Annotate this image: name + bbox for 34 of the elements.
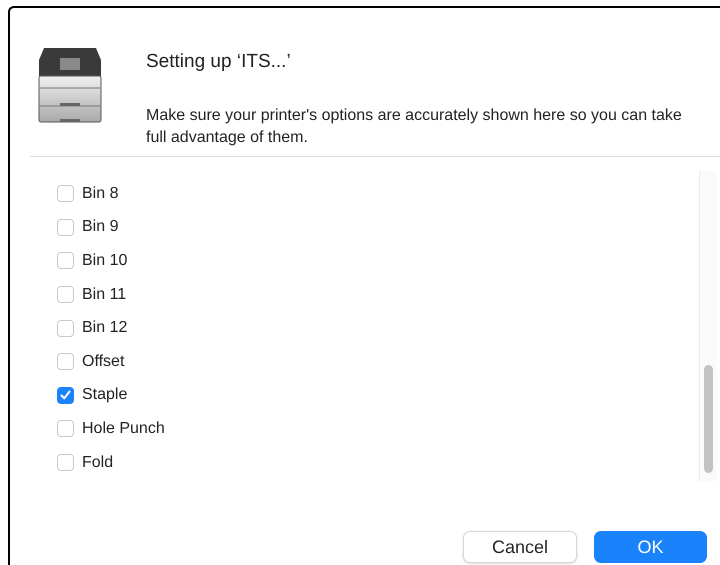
checkbox[interactable] [57, 286, 74, 304]
option-checkbox[interactable]: Offset [57, 344, 124, 379]
option-label: Offset [82, 352, 124, 372]
option-checkbox[interactable]: Bin 10 [57, 244, 128, 278]
option-checkbox[interactable]: Bin 9 [57, 210, 118, 244]
checkbox[interactable] [57, 252, 74, 270]
dialog-title: Setting up ‘ITS...’ [146, 50, 292, 74]
checkbox[interactable] [57, 353, 74, 370]
scrollbar-thumb[interactable] [704, 365, 713, 473]
option-checkbox[interactable]: Bin 12 [57, 311, 128, 345]
checkbox[interactable] [57, 420, 74, 438]
checkbox[interactable] [57, 454, 74, 472]
option-label: Staple [82, 385, 128, 406]
option-label: Bin 12 [82, 318, 128, 338]
option-label: Bin 8 [82, 184, 118, 204]
checkbox[interactable] [57, 320, 74, 337]
checkmark-icon [60, 390, 71, 400]
dialog-message: Make sure your printer's options are accurately shown here so you can take full advantage of them. [146, 106, 683, 148]
option-label: Hole Punch [82, 418, 165, 439]
option-label: Fold [82, 452, 114, 473]
checkbox[interactable] [57, 218, 74, 236]
checkbox[interactable] [57, 185, 74, 202]
option-checkbox[interactable]: Staple [57, 378, 128, 412]
option-checkbox[interactable]: Hole Punch [57, 412, 165, 446]
ok-button[interactable]: OK [594, 531, 707, 563]
checked-checkbox[interactable] [57, 386, 74, 404]
option-label: Bin 10 [82, 250, 128, 271]
option-checkbox[interactable]: Fold [57, 446, 114, 480]
cancel-button[interactable]: Cancel [463, 531, 577, 563]
option-label: Bin 11 [82, 284, 126, 305]
option-checkbox[interactable]: Bin 11 [57, 278, 126, 312]
option-label: Bin 9 [82, 217, 118, 238]
printer-icon [38, 46, 102, 124]
option-checkbox[interactable]: Bin 8 [57, 177, 118, 211]
